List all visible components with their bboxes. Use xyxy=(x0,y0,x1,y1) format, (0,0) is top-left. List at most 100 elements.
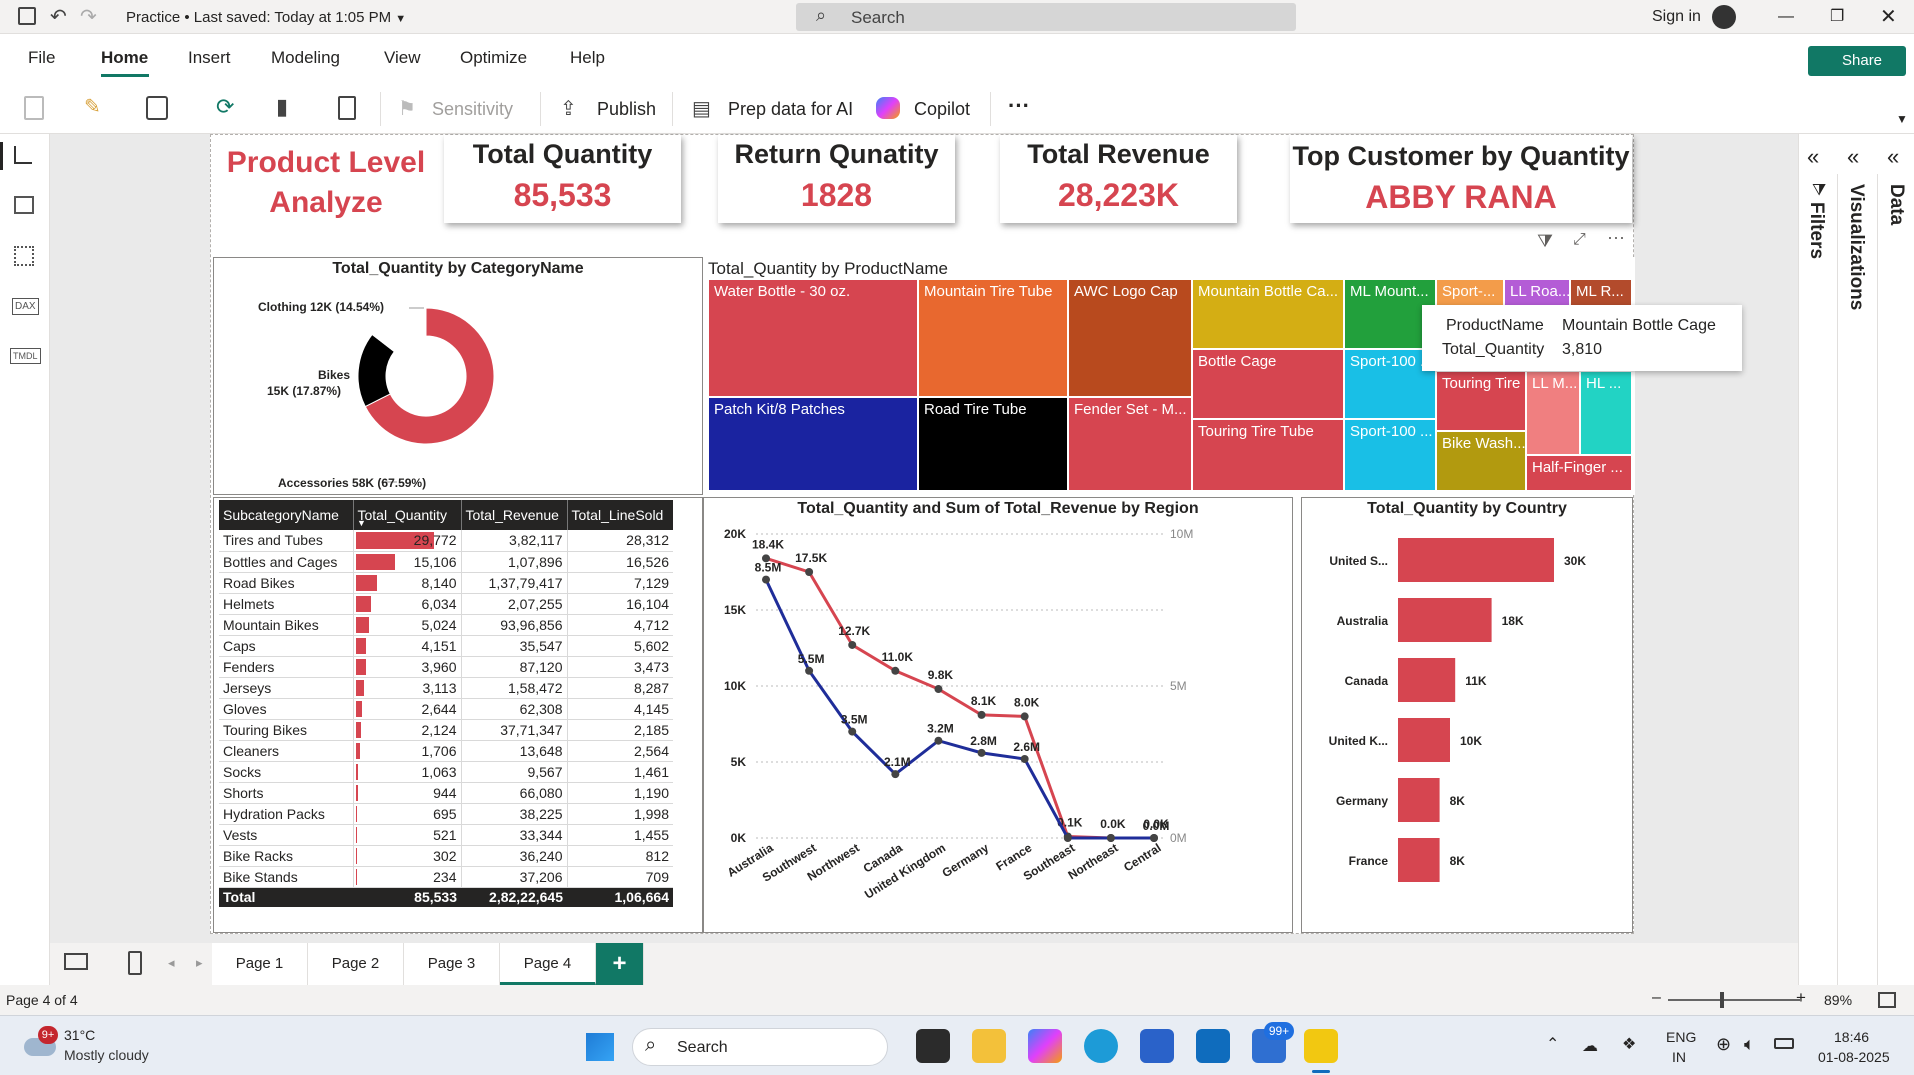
product-treemap[interactable]: Total_Quantity by ProductName Water Bott… xyxy=(706,257,1742,495)
visualizations-pane-label[interactable]: Visualizations xyxy=(1845,184,1867,310)
bar[interactable] xyxy=(1398,538,1554,582)
treemap-tile[interactable]: Bottle Cage xyxy=(1192,349,1344,419)
file-explorer-icon[interactable] xyxy=(972,1029,1006,1063)
more-options-icon[interactable]: ··· xyxy=(1607,227,1625,248)
new-visual-icon[interactable]: ▮ xyxy=(276,94,288,120)
search-box[interactable]: ⌕ Search xyxy=(796,3,1296,31)
bar[interactable] xyxy=(1398,598,1492,642)
chevron-down-icon[interactable]: ▼ xyxy=(395,13,406,25)
taskbar-search[interactable]: ⌕ Search xyxy=(632,1028,888,1066)
battery-icon[interactable] xyxy=(1774,1038,1794,1049)
col-header-revenue[interactable]: Total_Revenue xyxy=(461,500,568,530)
table-view-icon[interactable] xyxy=(14,196,34,214)
report-view-icon[interactable] xyxy=(14,146,32,164)
more-options-icon[interactable]: ··· xyxy=(1008,93,1030,119)
treemap-tile[interactable]: Road Tire Tube xyxy=(918,397,1068,491)
clock-date[interactable]: 01-08-2025 xyxy=(1818,1049,1890,1065)
collapse-visualizations-icon[interactable]: « xyxy=(1847,144,1859,170)
page-tab-3[interactable]: Page 3 xyxy=(404,943,500,985)
filters-pane-label[interactable]: Filters xyxy=(1805,202,1827,259)
menu-home[interactable]: Home xyxy=(101,48,148,68)
treemap-tile[interactable]: Water Bottle - 30 oz. xyxy=(708,279,918,397)
edge-icon[interactable] xyxy=(1084,1029,1118,1063)
share-button[interactable]: Share xyxy=(1808,46,1906,76)
treemap-tile[interactable]: Mountain Tire Tube xyxy=(918,279,1068,397)
zoom-slider[interactable] xyxy=(1668,999,1800,1001)
kpi-return-quantity[interactable]: Return Qunatity 1828 xyxy=(718,135,955,223)
focus-mode-icon[interactable]: ⤢ xyxy=(1573,231,1586,249)
menu-file[interactable]: File xyxy=(28,48,55,68)
region-line-chart[interactable]: Total_Quantity and Sum of Total_Revenue … xyxy=(703,497,1293,933)
volume-icon[interactable]: 🔈︎ xyxy=(1744,1034,1755,1055)
table-row[interactable]: Helmets 6,034 2,07,255 16,104 xyxy=(219,593,673,614)
prev-page-icon[interactable]: ◂ xyxy=(168,955,175,971)
zoom-slider-thumb[interactable] xyxy=(1720,992,1724,1008)
treemap-tile[interactable]: AWC Logo Cap xyxy=(1068,279,1192,397)
chevron-up-icon[interactable]: ⌃ xyxy=(1546,1034,1559,1054)
outlook-icon[interactable] xyxy=(1196,1029,1230,1063)
sign-in-link[interactable]: Sign in xyxy=(1652,8,1701,26)
treemap-tile[interactable]: Mountain Bottle Ca... xyxy=(1192,279,1344,349)
maximize-icon[interactable]: ❐ xyxy=(1830,6,1844,26)
treemap-tile[interactable]: LL M... xyxy=(1526,371,1580,455)
sort-desc-icon[interactable]: ▼ xyxy=(357,518,366,528)
paste-icon[interactable] xyxy=(24,96,44,120)
category-donut-chart[interactable]: Total_Quantity by CategoryName Clothing … xyxy=(213,257,703,495)
kpi-top-customer[interactable]: Top Customer by Quantity ABBY RANA xyxy=(1290,135,1632,223)
zoom-out-icon[interactable]: – xyxy=(1652,989,1661,1007)
desktop-view-icon[interactable] xyxy=(64,953,88,970)
bar[interactable] xyxy=(1398,658,1456,702)
onedrive-icon[interactable]: ☁ xyxy=(1582,1036,1598,1056)
table-row[interactable]: Road Bikes 8,140 1,37,79,417 7,129 xyxy=(219,572,673,593)
page-tab-2[interactable]: Page 2 xyxy=(308,943,404,985)
table-row[interactable]: Bike Racks 302 36,240 812 xyxy=(219,845,673,866)
treemap-tile[interactable]: Sport-100 ... xyxy=(1344,419,1436,491)
treemap-tile[interactable]: Fender Set - M... xyxy=(1068,397,1192,491)
model-view-icon[interactable] xyxy=(14,246,34,266)
power-bi-icon[interactable] xyxy=(1304,1029,1338,1063)
table-row[interactable]: Hydration Packs 695 38,225 1,998 xyxy=(219,803,673,824)
table-row[interactable]: Gloves 2,644 62,308 4,145 xyxy=(219,698,673,719)
get-data-icon[interactable] xyxy=(146,96,168,120)
table-row[interactable]: Cleaners 1,706 13,648 2,564 xyxy=(219,740,673,761)
treemap-tile[interactable]: Bike Wash... xyxy=(1436,431,1526,491)
kpi-total-revenue[interactable]: Total Revenue 28,223K xyxy=(1000,135,1237,223)
treemap-tile[interactable]: Touring Tire Tube xyxy=(1192,419,1344,491)
save-icon[interactable] xyxy=(18,7,36,25)
menu-view[interactable]: View xyxy=(384,48,421,68)
table-row[interactable]: Vests 521 33,344 1,455 xyxy=(219,824,673,845)
bar[interactable] xyxy=(1398,778,1440,822)
account-icon[interactable] xyxy=(1712,5,1736,29)
country-bar-chart[interactable]: Total_Quantity by Country United S... 30K… xyxy=(1301,497,1633,933)
table-row[interactable]: Caps 4,151 35,547 5,602 xyxy=(219,635,673,656)
redo-icon[interactable]: ↷ xyxy=(80,4,97,29)
clock-time[interactable]: 18:46 xyxy=(1834,1029,1869,1045)
table-row[interactable]: Touring Bikes 2,124 37,71,347 2,185 xyxy=(219,719,673,740)
col-header-quantity[interactable]: Total_Quantity xyxy=(353,500,462,530)
menu-optimize[interactable]: Optimize xyxy=(460,48,527,68)
sensitivity-button[interactable]: Sensitivity xyxy=(432,99,513,120)
table-row[interactable]: Tires and Tubes 29,772 3,82,117 28,312 xyxy=(219,530,673,551)
collapse-filters-icon[interactable]: « xyxy=(1807,144,1819,170)
table-row[interactable]: Fenders 3,960 87,120 3,473 xyxy=(219,656,673,677)
col-header-subcategory[interactable]: SubcategoryName xyxy=(219,500,354,530)
col-header-linesold[interactable]: Total_LineSold xyxy=(567,500,673,530)
publish-button[interactable]: Publish xyxy=(597,99,656,120)
fit-to-page-icon[interactable] xyxy=(1878,992,1896,1008)
add-page-button[interactable]: + xyxy=(596,943,644,985)
prep-data-button[interactable]: Prep data for AI xyxy=(728,99,853,120)
bar[interactable] xyxy=(1398,718,1450,762)
menu-insert[interactable]: Insert xyxy=(188,48,231,68)
copilot-button[interactable]: Copilot xyxy=(914,99,970,120)
task-view-icon[interactable] xyxy=(916,1029,950,1063)
dax-query-icon[interactable]: DAX xyxy=(12,298,39,315)
next-page-icon[interactable]: ▸ xyxy=(196,955,203,971)
subcategory-matrix[interactable]: SubcategoryName Total_Quantity Total_Rev… xyxy=(213,497,703,933)
page-tab-4[interactable]: Page 4 xyxy=(500,943,596,985)
format-painter-icon[interactable]: ✎ xyxy=(84,94,101,119)
collapse-ribbon-icon[interactable]: ▼ xyxy=(1896,112,1908,126)
tmdl-view-icon[interactable]: TMDL xyxy=(10,348,41,364)
page-tab-1[interactable]: Page 1 xyxy=(212,943,308,985)
windows-start-icon[interactable] xyxy=(586,1033,614,1061)
menu-help[interactable]: Help xyxy=(570,48,605,68)
